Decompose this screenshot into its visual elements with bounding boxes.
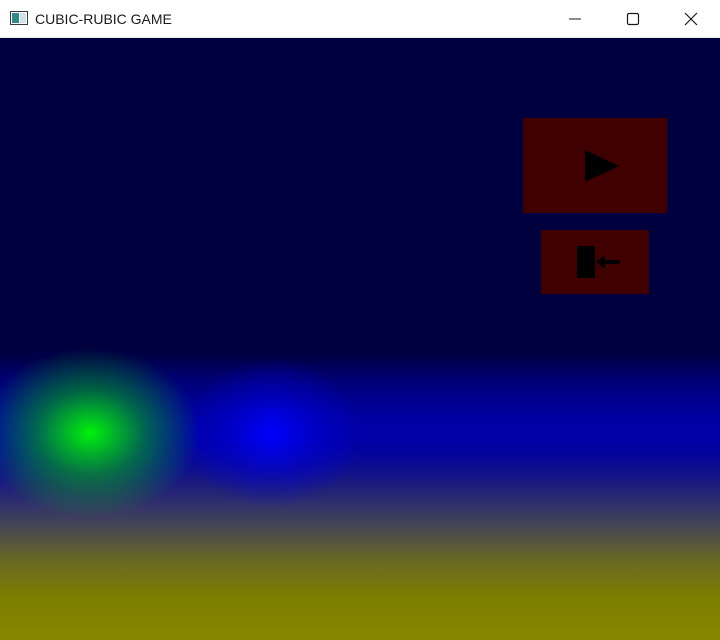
window-title: CUBIC-RUBIC GAME	[35, 11, 172, 27]
close-button[interactable]	[662, 0, 720, 38]
game-canvas[interactable]	[0, 38, 720, 640]
exit-button[interactable]	[541, 230, 649, 294]
maximize-button[interactable]	[604, 0, 662, 38]
play-button[interactable]	[523, 118, 667, 213]
play-icon	[584, 150, 620, 187]
app-icon	[10, 11, 28, 25]
minimize-button[interactable]	[546, 0, 604, 38]
maximize-icon	[626, 12, 640, 26]
app-window: CUBIC-RUBIC GAME	[0, 0, 720, 640]
close-icon	[684, 12, 698, 26]
exit-icon	[577, 246, 621, 283]
minimize-icon	[569, 18, 581, 20]
title-bar[interactable]: CUBIC-RUBIC GAME	[0, 0, 720, 38]
